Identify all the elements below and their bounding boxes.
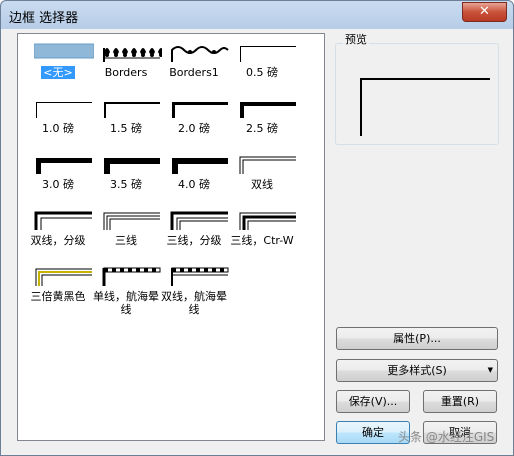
border-style-item[interactable]: 双线 bbox=[230, 150, 296, 204]
border-style-item[interactable]: <无> bbox=[26, 38, 95, 92]
border-thumbnail bbox=[170, 42, 230, 64]
border-thumbnail bbox=[34, 266, 94, 288]
border-style-label: 1.5 磅 bbox=[110, 122, 142, 135]
border-style-label: 双线 bbox=[251, 178, 273, 191]
properties-button[interactable]: 属性(P)... bbox=[336, 327, 498, 350]
border-style-label: 1.0 磅 bbox=[42, 122, 74, 135]
border-thumbnail bbox=[170, 98, 230, 120]
preview-box bbox=[335, 43, 499, 145]
border-style-item[interactable]: 三线，分级 bbox=[162, 206, 228, 260]
border-thumbnail bbox=[102, 154, 162, 176]
border-thumbnail bbox=[34, 98, 94, 120]
border-thumbnail bbox=[34, 210, 94, 232]
save-button[interactable]: 保存(V)... bbox=[336, 390, 410, 413]
border-style-label: 双线，分级 bbox=[30, 234, 86, 247]
border-thumbnail bbox=[102, 42, 164, 64]
border-style-item[interactable]: 三倍黄黑色 bbox=[26, 262, 92, 316]
border-style-item[interactable]: Borders bbox=[94, 38, 164, 92]
border-style-item[interactable]: 2.5 磅 bbox=[230, 94, 296, 148]
border-thumbnail bbox=[238, 98, 298, 120]
border-style-item[interactable]: 2.0 磅 bbox=[162, 94, 228, 148]
border-style-item[interactable]: 1.0 磅 bbox=[26, 94, 92, 148]
reset-button[interactable]: 重置(R) bbox=[423, 390, 497, 413]
close-button[interactable]: ✕ bbox=[462, 2, 507, 22]
border-style-item[interactable]: 单线，航海晕线 bbox=[93, 262, 161, 316]
more-styles-button[interactable]: 更多样式(S) ▼ bbox=[336, 359, 498, 382]
border-thumbnail bbox=[238, 210, 298, 232]
preview-label: 预览 bbox=[343, 31, 369, 47]
border-style-item[interactable]: 三线，Ctr-W bbox=[230, 206, 296, 260]
border-style-item[interactable]: 0.5 磅 bbox=[230, 38, 296, 92]
border-style-label: 三线，Ctr-W bbox=[230, 234, 294, 247]
border-style-label: 3.5 磅 bbox=[110, 178, 142, 191]
border-thumbnail bbox=[170, 154, 230, 176]
border-style-item[interactable]: 3.5 磅 bbox=[94, 150, 160, 204]
border-thumbnail bbox=[34, 154, 94, 176]
border-gallery: <无> Borders Borders1 0.5 磅 1.0 磅 1.5 磅 2.0 磅 2.… bbox=[17, 33, 325, 441]
border-style-item[interactable]: 双线，分级 bbox=[26, 206, 92, 260]
border-thumbnail bbox=[170, 266, 230, 288]
border-thumbnail bbox=[102, 266, 162, 288]
more-styles-label: 更多样式(S) bbox=[387, 364, 447, 377]
dropdown-arrow-icon: ▼ bbox=[487, 366, 493, 374]
border-thumbnail bbox=[33, 42, 95, 64]
border-style-label: 2.5 磅 bbox=[246, 122, 278, 135]
border-style-label: 0.5 磅 bbox=[246, 66, 278, 79]
border-thumbnail bbox=[102, 210, 162, 232]
border-style-label: 3.0 磅 bbox=[42, 178, 74, 191]
border-style-item[interactable]: Borders1 bbox=[162, 38, 229, 92]
border-style-label: Borders1 bbox=[169, 66, 219, 79]
preview-border-left bbox=[360, 78, 362, 136]
border-style-label: Borders bbox=[104, 66, 148, 79]
border-style-item[interactable]: 1.5 磅 bbox=[94, 94, 160, 148]
border-style-label: <无> bbox=[41, 66, 75, 79]
title-bar[interactable]: 边框 选择器 ✕ bbox=[1, 1, 513, 29]
border-style-item[interactable]: 3.0 磅 bbox=[26, 150, 92, 204]
border-style-label: 4.0 磅 bbox=[178, 178, 210, 191]
border-style-item[interactable]: 4.0 磅 bbox=[162, 150, 228, 204]
border-thumbnail bbox=[238, 154, 298, 176]
border-style-label: 三倍黄黑色 bbox=[30, 290, 86, 303]
watermark: 头条 @水经注GIS bbox=[398, 430, 495, 444]
border-thumbnail bbox=[170, 210, 230, 232]
preview-border-top bbox=[360, 78, 490, 80]
border-thumbnail bbox=[238, 42, 298, 64]
border-style-label: 三线，分级 bbox=[166, 234, 222, 247]
border-thumbnail bbox=[102, 98, 162, 120]
border-style-label: 双线，航海晕线 bbox=[161, 290, 227, 316]
preview-group: 预览 bbox=[331, 31, 500, 145]
border-style-item[interactable]: 双线，航海晕线 bbox=[161, 262, 229, 316]
border-style-item[interactable]: 三线 bbox=[94, 206, 160, 260]
window-title: 边框 选择器 bbox=[9, 11, 79, 26]
border-style-label: 三线 bbox=[115, 234, 137, 247]
border-style-label: 2.0 磅 bbox=[178, 122, 210, 135]
border-style-label: 单线，航海晕线 bbox=[93, 290, 159, 316]
